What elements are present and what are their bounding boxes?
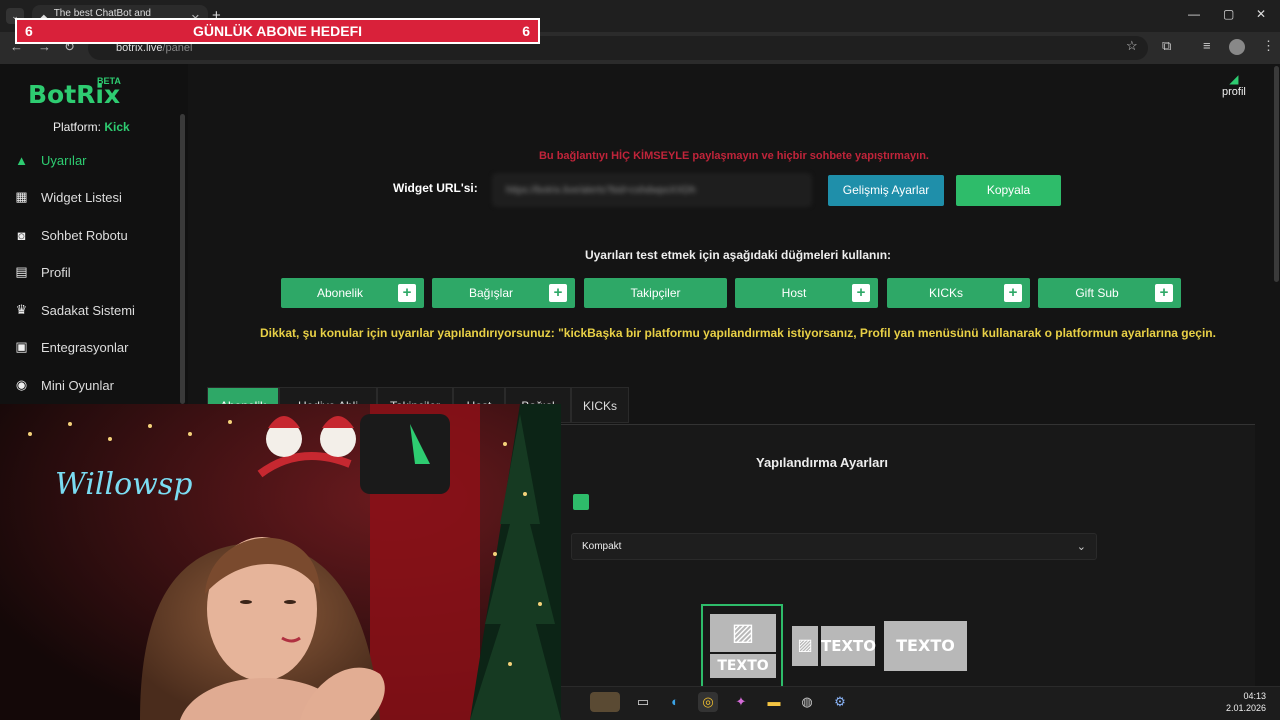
plus-icon[interactable]: + — [398, 284, 416, 302]
widget-url-field[interactable]: https://botrix.live/alerts?bid=cshdwpoXX… — [493, 174, 811, 206]
sidebar-item-label: Widget Listesi — [41, 189, 122, 205]
layout-select[interactable]: Kompakt ⌄ — [571, 533, 1097, 560]
platform-caution: Dikkat, şu konular için uyarılar yapılan… — [260, 326, 1216, 340]
weather-widget-icon[interactable] — [590, 692, 620, 712]
svg-text:Willowsp: Willowsp — [55, 467, 192, 502]
sidebar-item-alerts[interactable]: ▲ Uyarılar — [14, 149, 87, 171]
layout-option-overlay[interactable]: TEXTO — [884, 621, 967, 671]
layout-select-value: Kompakt — [582, 541, 622, 552]
goal-title: GÜNLÜK ABONE HEDEFI — [192, 23, 363, 39]
webcam-image: Willowsp — [0, 404, 561, 720]
chevron-down-icon: ⌄ — [1076, 541, 1086, 553]
file-explorer-icon[interactable]: ▬ — [764, 692, 784, 712]
tab-kicks[interactable]: KICKs — [571, 387, 629, 423]
leaf-icon: ◢ — [1229, 72, 1239, 86]
sidebar-item-label: Sohbet Robotu — [41, 227, 128, 243]
sidebar-item-label: Profil — [41, 264, 71, 280]
test-button-followers[interactable]: Takipçiler — [584, 278, 727, 308]
close-window-icon[interactable]: ✕ — [1256, 7, 1266, 21]
edge-browser-icon[interactable]: ◐ — [665, 692, 685, 712]
test-button-donations[interactable]: Bağışlar + — [432, 278, 575, 308]
test-button-label: Abonelik — [316, 286, 364, 300]
id-card-icon: ▤ — [15, 264, 28, 279]
test-button-host[interactable]: Host + — [735, 278, 878, 308]
chrome-browser-icon[interactable]: ◎ — [698, 692, 718, 712]
beta-badge: BETA — [97, 76, 121, 86]
plus-icon[interactable]: + — [852, 284, 870, 302]
subscriber-goal-bar: 6 GÜNLÜK ABONE HEDEFI 6 — [15, 18, 540, 44]
platform-label: Platform: — [53, 120, 102, 134]
sidebar-item-profile[interactable]: ▤ Profil — [14, 261, 71, 283]
thumb-text: TEXTO — [710, 654, 776, 678]
sidebar-item-integrations[interactable]: ▣ Entegrasyonlar — [14, 336, 128, 358]
settings-gear-icon[interactable]: ⚙ — [830, 692, 850, 712]
robot-icon: ◙ — [17, 227, 26, 243]
sidebar-item-label: Entegrasyonlar — [41, 339, 129, 355]
sidebar-item-widget-list[interactable]: ▦ Widget Listesi — [14, 186, 122, 208]
test-button-label: Bağışlar — [468, 286, 514, 300]
plus-icon[interactable]: + — [549, 284, 567, 302]
integration-icon: ▣ — [15, 339, 28, 354]
test-button-label: Takipçiler — [630, 286, 681, 300]
profile-avatar[interactable] — [1229, 39, 1245, 55]
webcam-overlay: Willowsp — [0, 404, 561, 720]
gamepad-icon: ◉ — [15, 377, 28, 392]
media-icon[interactable]: ≡ — [1203, 38, 1211, 53]
platform-value: Kick — [104, 120, 130, 134]
test-instructions: Uyarıları test etmek için aşağıdaki düğm… — [584, 248, 892, 262]
clock-date: 2.01.2026 — [1226, 703, 1267, 713]
menu-dots-icon[interactable]: ⋮ — [1262, 38, 1275, 54]
test-button-subscription[interactable]: Abonelik + — [281, 278, 424, 308]
layout-option-compact[interactable]: ▨ TEXTO — [701, 604, 783, 686]
maximize-icon[interactable]: ▢ — [1223, 7, 1234, 21]
goal-current: 6 — [25, 23, 33, 39]
profile-label: profil — [1222, 86, 1246, 98]
image-placeholder-icon: ▨ — [710, 614, 776, 652]
sidebar-item-label: Uyarılar — [41, 152, 87, 168]
warning-icon: ▲ — [15, 152, 28, 168]
bookmark-star-icon[interactable]: ☆ — [1126, 38, 1138, 54]
extensions-icon[interactable]: ⧉ — [1162, 38, 1171, 54]
profile-link[interactable]: ◢ profil — [1222, 72, 1246, 98]
test-button-label: Host — [781, 286, 807, 300]
trophy-icon: ♛ — [15, 302, 28, 317]
goal-target: 6 — [522, 23, 530, 39]
share-warning: Bu bağlantıyı HİÇ KİMSEYLE paylaşmayın v… — [538, 150, 929, 162]
system-clock[interactable]: 04:13 2.01.2026 — [1226, 690, 1266, 714]
minimize-icon[interactable]: — — [1188, 7, 1200, 21]
layout-option-horizontal[interactable]: TEXTO — [821, 626, 876, 666]
image-placeholder-icon: ▨ — [792, 626, 818, 666]
advanced-settings-button[interactable]: Gelişmiş Ayarlar — [828, 175, 944, 206]
enable-checkbox[interactable] — [573, 494, 589, 510]
test-button-gift-sub[interactable]: Gift Sub + — [1038, 278, 1181, 308]
clock-time: 04:13 — [1243, 691, 1267, 701]
sidebar-scrollbar[interactable] — [180, 114, 185, 404]
plus-icon[interactable]: + — [1004, 284, 1022, 302]
test-button-label: Gift Sub — [1075, 286, 1119, 300]
obs-icon[interactable]: ◍ — [797, 692, 817, 712]
config-title: Yapılandırma Ayarları — [756, 455, 888, 470]
test-button-kicks[interactable]: KICKs + — [887, 278, 1030, 308]
sidebar-item-mini-games[interactable]: ◉ Mini Oyunlar — [14, 374, 114, 396]
test-button-label: KICKs — [928, 286, 963, 300]
sidebar-item-chatbot[interactable]: ◙ Sohbet Robotu — [14, 224, 128, 246]
copy-button[interactable]: Kopyala — [956, 175, 1061, 206]
task-view-icon[interactable]: ▭ — [633, 692, 653, 712]
copilot-icon[interactable]: ✦ — [731, 692, 751, 712]
widget-url-label: Widget URL'si: — [393, 181, 478, 195]
sidebar-item-label: Mini Oyunlar — [41, 377, 114, 393]
sidebar-item-loyalty[interactable]: ♛ Sadakat Sistemi — [14, 299, 135, 321]
grid-icon: ▦ — [15, 189, 28, 204]
sidebar-item-label: Sadakat Sistemi — [41, 302, 135, 318]
plus-icon[interactable]: + — [1155, 284, 1173, 302]
platform-indicator: Platform: Kick — [53, 120, 130, 134]
